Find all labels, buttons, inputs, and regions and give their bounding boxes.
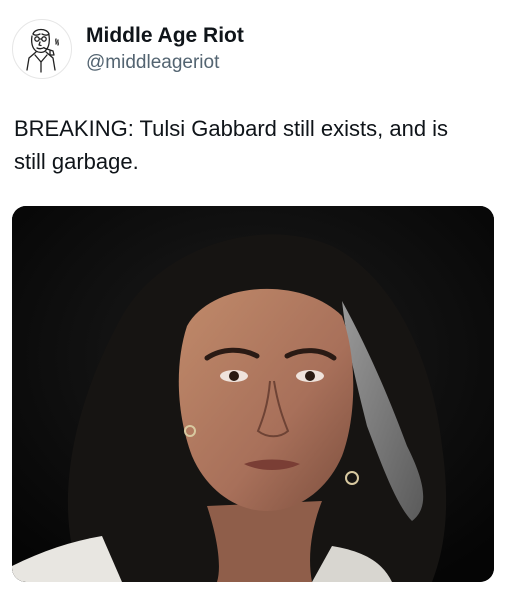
- post-image[interactable]: [12, 206, 494, 582]
- post-card: Middle Age Riot @middleageriot BREAKING:…: [0, 0, 507, 600]
- author-avatar[interactable]: [12, 19, 72, 79]
- portrait-photo: [12, 206, 494, 582]
- retro-man-sketch-icon: [26, 28, 59, 73]
- author-handle[interactable]: @middleageriot: [86, 51, 244, 75]
- author-display-name[interactable]: Middle Age Riot: [86, 23, 244, 49]
- author-name-block: Middle Age Riot @middleageriot: [86, 23, 244, 75]
- post-text: BREAKING: Tulsi Gabbard still exists, an…: [14, 116, 449, 174]
- post-header: Middle Age Riot @middleageriot: [12, 18, 244, 80]
